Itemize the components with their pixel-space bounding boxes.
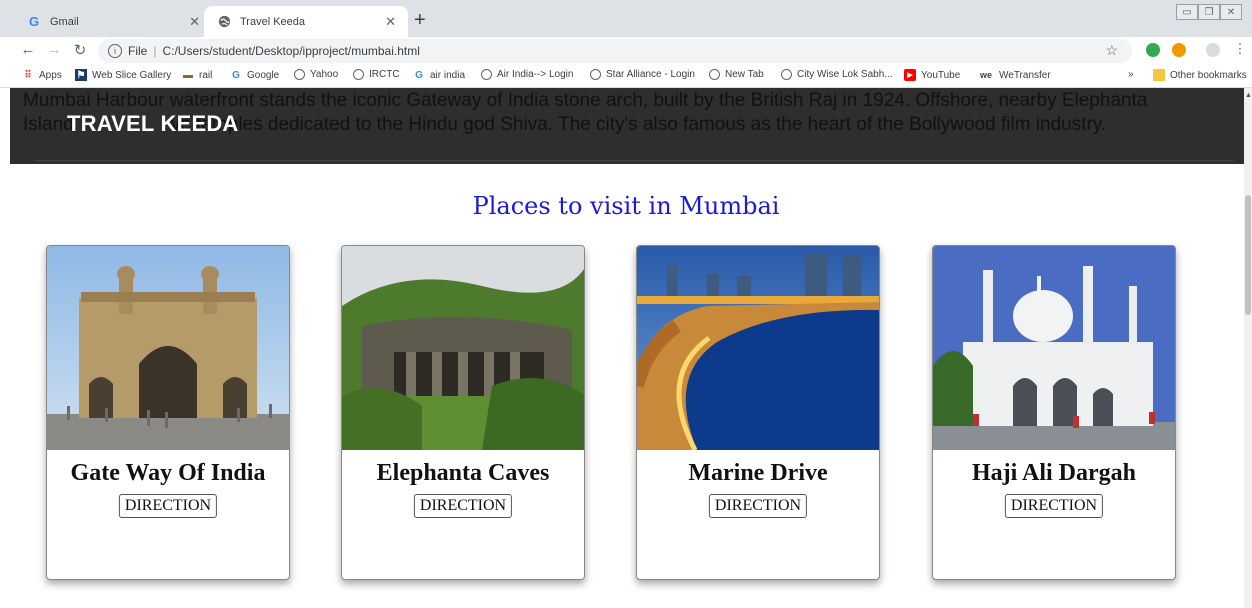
bookmark-wetransfer[interactable]: we WeTransfer <box>978 69 1051 81</box>
more-bookmarks-chevron[interactable]: » <box>1128 69 1134 80</box>
minimize-icon[interactable]: ▭ <box>1176 4 1198 20</box>
youtube-icon: ▶ <box>904 69 916 81</box>
google-icon: G <box>232 69 240 81</box>
scroll-up-icon[interactable]: ▲ <box>1245 92 1252 99</box>
bookmark-yahoo[interactable]: Yahoo <box>294 69 338 80</box>
elephanta-caves-image <box>342 246 584 450</box>
bookmarks-bar: ⠿ Apps ⚑ Web Slice Gallery ▬ rail G Google Y… <box>0 65 1252 88</box>
direction-button[interactable]: DIRECTION <box>708 494 808 518</box>
place-card-gateway-of-india: Gate Way Of India DIRECTION <box>46 245 290 580</box>
forward-icon[interactable]: → <box>44 41 64 58</box>
place-name: Elephanta Caves <box>376 460 550 486</box>
google-icon: G <box>28 14 40 29</box>
back-icon[interactable]: ← <box>18 41 38 58</box>
bookmark-other[interactable]: Other bookmarks <box>1153 69 1247 81</box>
hero-divider <box>34 160 1234 161</box>
place-card-marine-drive: Marine Drive DIRECTION <box>636 245 880 580</box>
extension-grammarly-icon[interactable] <box>1146 43 1160 57</box>
globe-icon <box>709 69 720 80</box>
profile-avatar-icon[interactable] <box>1206 43 1220 57</box>
bookmark-air-india-login[interactable]: Air India--> Login <box>481 69 573 80</box>
restore-icon[interactable]: ❐ <box>1198 4 1220 20</box>
globe-icon <box>481 69 492 80</box>
extension-cookie-icon[interactable] <box>1172 43 1186 57</box>
globe-icon <box>216 14 232 30</box>
info-icon[interactable]: i <box>108 44 122 58</box>
bookmark-air-india[interactable]: Gair india <box>413 69 465 81</box>
hero-line-2-right: ve temples dedicated to the Hindu god Sh… <box>170 114 1107 135</box>
reload-icon[interactable]: ↻ <box>70 41 90 59</box>
globe-icon <box>590 69 601 80</box>
bookmark-star-alliance[interactable]: Star Alliance - Login <box>590 69 695 80</box>
url-separator: | <box>153 44 157 58</box>
google-icon: G <box>415 69 423 81</box>
globe-icon <box>294 69 305 80</box>
bookmark-city-wise[interactable]: City Wise Lok Sabh... <box>781 69 893 80</box>
window-controls: ▭ ❐ ✕ <box>1176 4 1242 20</box>
globe-icon <box>781 69 792 80</box>
direction-button[interactable]: DIRECTION <box>118 494 218 518</box>
direction-button[interactable]: DIRECTION <box>413 494 513 518</box>
wetransfer-icon: we <box>979 70 992 80</box>
bookmark-youtube[interactable]: ▶ YouTube <box>904 69 960 81</box>
tab-title: Travel Keeda <box>240 15 306 28</box>
place-card-elephanta-caves: Elephanta Caves DIRECTION <box>341 245 585 580</box>
marine-drive-image <box>637 246 879 450</box>
hero-banner: Mumbai Harbour waterfront stands the ico… <box>10 88 1244 164</box>
address-bar[interactable]: i File | C:/Users/student/Desktop/ipproj… <box>98 39 1132 63</box>
place-name: Marine Drive <box>688 460 828 486</box>
bookmark-rail[interactable]: ▬ rail <box>182 69 212 81</box>
rail-icon: ▬ <box>183 69 193 81</box>
page-scrollbar[interactable]: ▲ <box>1244 88 1252 608</box>
menu-kebab-icon[interactable]: ⋮ <box>1230 41 1250 57</box>
tab-travel-keeda[interactable]: Travel Keeda ✕ <box>204 6 408 37</box>
url-text: C:/Users/student/Desktop/ipproject/mumba… <box>162 44 420 58</box>
apps-grid-icon: ⠿ <box>24 69 32 81</box>
tab-strip: G Gmail ✕ Travel Keeda ✕ + ▭ ❐ ✕ <box>0 0 1252 37</box>
page-viewport: Mumbai Harbour waterfront stands the ico… <box>0 88 1244 608</box>
gateway-of-india-image <box>47 246 289 450</box>
close-window-icon[interactable]: ✕ <box>1220 4 1242 20</box>
folder-icon <box>1153 69 1165 81</box>
url-scheme: File <box>128 44 148 58</box>
place-name: Haji Ali Dargah <box>971 460 1136 486</box>
bookmark-new-tab[interactable]: New Tab <box>709 69 764 80</box>
bookmark-star-icon[interactable]: ☆ <box>1105 42 1118 59</box>
close-icon[interactable]: ✕ <box>189 14 200 30</box>
place-name: Gate Way Of India <box>70 460 266 486</box>
bookmark-apps[interactable]: ⠿ Apps <box>22 69 61 81</box>
tab-title: Gmail <box>50 15 79 28</box>
section-title: Places to visit in Mumbai <box>472 192 780 220</box>
bookmark-google[interactable]: G Google <box>230 69 279 81</box>
haji-ali-dargah-image <box>933 246 1175 450</box>
bookmark-web-slice-gallery[interactable]: ⚑ Web Slice Gallery <box>75 69 171 81</box>
site-brand[interactable]: TRAVEL KEEDA <box>67 111 239 137</box>
browser-toolbar: ← → ↻ i File | C:/Users/student/Desktop/… <box>0 37 1252 65</box>
close-icon[interactable]: ✕ <box>385 14 396 30</box>
place-card-haji-ali-dargah: Haji Ali Dargah DIRECTION <box>932 245 1176 580</box>
globe-icon <box>353 69 364 80</box>
web-slice-icon: ⚑ <box>75 69 87 81</box>
direction-button[interactable]: DIRECTION <box>1004 494 1104 518</box>
bookmark-irctc[interactable]: IRCTC <box>353 69 400 80</box>
scroll-thumb[interactable] <box>1245 195 1251 315</box>
hero-line-1: Mumbai Harbour waterfront stands the ico… <box>23 90 1148 111</box>
tab-gmail[interactable]: G Gmail ✕ <box>14 6 212 37</box>
new-tab-button[interactable]: + <box>414 10 426 30</box>
